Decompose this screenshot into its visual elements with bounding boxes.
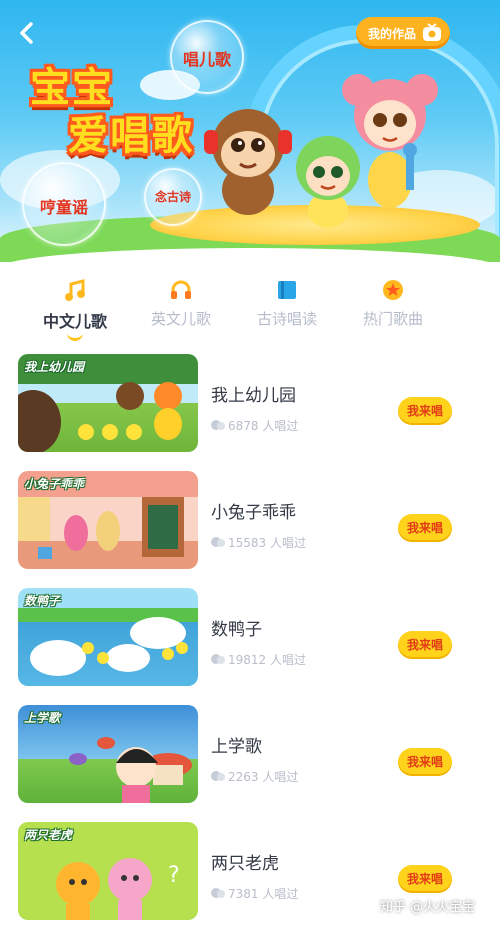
sing-button[interactable]: 我来唱: [398, 748, 452, 776]
thumbnail-title: 数鸭子: [24, 594, 61, 608]
song-title: 我上幼儿园: [211, 386, 296, 406]
sing-count: 2263 人唱过: [228, 770, 299, 784]
svg-text:?: ?: [168, 863, 180, 888]
song-row[interactable]: 我上幼儿园 我上幼儿园 6878 人唱过 我来唱: [0, 350, 500, 455]
song-title: 两只老虎: [211, 854, 279, 874]
my-works-button[interactable]: 我的作品: [356, 17, 450, 49]
thumbnail-title: 小兔子乖乖: [24, 477, 85, 491]
sing-count: 7381 人唱过: [228, 887, 299, 901]
tab-label: 古诗唱读: [256, 310, 317, 328]
song-title: 小兔子乖乖: [211, 503, 296, 523]
star-icon: [383, 280, 403, 300]
bubble-sing-songs[interactable]: 唱儿歌: [170, 20, 244, 94]
singers-icon: [211, 771, 225, 781]
thumbnail-title: 两只老虎: [24, 828, 73, 842]
my-works-label: 我的作品: [368, 27, 417, 41]
sing-button[interactable]: 我来唱: [398, 631, 452, 659]
song-thumbnail[interactable]: 上学歌: [18, 705, 198, 803]
tab-label: 热门歌曲: [362, 310, 423, 328]
sing-button[interactable]: 我来唱: [398, 865, 452, 893]
sing-count: 15583 人唱过: [228, 536, 306, 550]
singers-icon: [211, 420, 225, 430]
bubble-label: 哼童谣: [39, 198, 88, 217]
watermark: 知乎 @火火宝宝: [380, 900, 476, 915]
monkey-character: [204, 109, 292, 215]
singers-icon: [211, 888, 225, 898]
thumbnail-title: 我上幼儿园: [24, 360, 85, 374]
song-row[interactable]: 上学歌 上学歌 2263 人唱过 我来唱: [0, 701, 500, 806]
song-thumbnail[interactable]: 我上幼儿园: [18, 354, 198, 452]
song-title: 数鸭子: [211, 620, 262, 640]
sing-button[interactable]: 我来唱: [398, 397, 452, 425]
tab-label: 英文儿歌: [150, 310, 211, 328]
tv-icon: [423, 23, 441, 41]
bubble-poems[interactable]: 念古诗: [144, 168, 202, 226]
tab-english-songs[interactable]: 英文儿歌: [126, 270, 236, 340]
book-icon: [278, 281, 296, 299]
title-line-2: 爱唱歌: [68, 113, 194, 159]
back-arrow-icon[interactable]: [14, 20, 40, 46]
headphones-icon: [171, 280, 191, 299]
bubble-nursery-rhymes[interactable]: 哼童谣: [22, 162, 106, 246]
sing-button[interactable]: 我来唱: [398, 514, 452, 542]
song-thumbnail[interactable]: ? 两只老虎: [18, 822, 198, 920]
sing-count: 19812 人唱过: [228, 653, 306, 667]
song-thumbnail[interactable]: 数鸭子: [18, 588, 198, 686]
bubble-label: 念古诗: [154, 190, 191, 204]
header-banner: 宝宝 爱唱歌 唱儿歌 哼童谣 念古诗 我的作品: [0, 0, 500, 262]
girl-character: [342, 74, 438, 208]
song-title: 上学歌: [211, 737, 262, 757]
tab-poems[interactable]: 古诗唱读: [232, 270, 342, 340]
song-row[interactable]: 数鸭子 数鸭子 19812 人唱过 我来唱: [0, 584, 500, 689]
music-note-icon: [65, 279, 85, 301]
singers-icon: [211, 537, 225, 547]
singers-icon: [211, 654, 225, 664]
sing-count: 6878 人唱过: [228, 419, 299, 433]
tab-chinese-songs[interactable]: 中文儿歌: [20, 270, 130, 341]
song-thumbnail[interactable]: 小兔子乖乖: [18, 471, 198, 569]
bubble-label: 唱儿歌: [182, 50, 231, 69]
tab-hot-songs[interactable]: 热门歌曲: [338, 270, 448, 340]
category-tabs: 中文儿歌 英文儿歌 古诗唱读 热门歌曲: [0, 270, 500, 341]
tab-label: 中文儿歌: [42, 312, 107, 331]
song-row[interactable]: 小兔子乖乖 小兔子乖乖 15583 人唱过 我来唱: [0, 467, 500, 572]
active-tab-indicator: [67, 332, 83, 341]
thumbnail-title: 上学歌: [24, 711, 61, 725]
